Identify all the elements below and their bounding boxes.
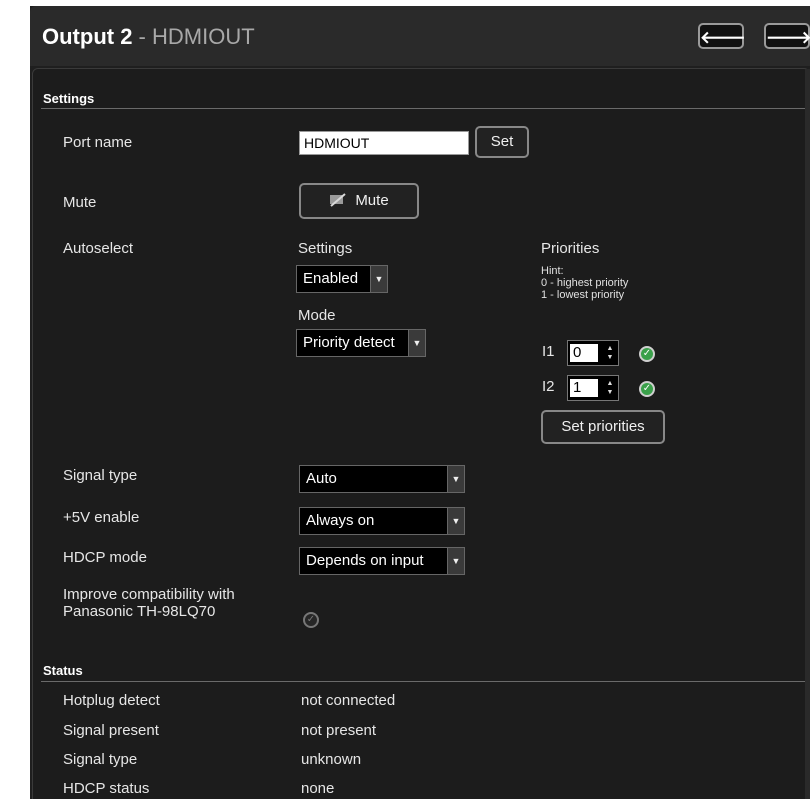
mute-icon bbox=[329, 187, 347, 207]
priority-i1-stepper[interactable]: 0 ▲ ▼ bbox=[567, 340, 619, 366]
priority-hint: Hint: 0 - highest priority 1 - lowest pr… bbox=[541, 265, 628, 301]
hdcp-mode-label: HDCP mode bbox=[63, 549, 147, 566]
input-i2-label: I2 bbox=[542, 378, 555, 395]
chevron-down-icon: ▼ bbox=[447, 508, 464, 534]
improve-compat-line1: Improve compatibility with bbox=[63, 586, 235, 603]
mode-select[interactable]: Priority detect ▼ bbox=[296, 329, 426, 357]
hdcp-mode-select[interactable]: Depends on input ▼ bbox=[299, 547, 465, 575]
priorities-label: Priorities bbox=[541, 240, 600, 257]
improve-compat-label: Improve compatibility with Panasonic TH-… bbox=[63, 586, 235, 620]
port-name-label: Port name bbox=[63, 134, 133, 151]
check-icon: ✓ bbox=[639, 346, 655, 362]
settings-panel: Settings Port name Set Mute Mute Autosel… bbox=[32, 68, 810, 799]
signal-type-value: Auto bbox=[306, 470, 337, 487]
mode-label: Mode bbox=[298, 307, 336, 324]
chevron-down-icon: ▼ bbox=[408, 330, 425, 356]
improve-compat-line2: Panasonic TH-98LQ70 bbox=[63, 603, 216, 620]
settings-section-title: Settings bbox=[43, 91, 95, 106]
hint-title: Hint: bbox=[541, 265, 564, 277]
input-i1-label: I1 bbox=[542, 343, 555, 360]
signal-type-label: Signal type bbox=[63, 467, 138, 484]
port-name-input[interactable] bbox=[299, 131, 469, 155]
set-priorities-button[interactable]: Set priorities bbox=[541, 410, 665, 444]
status-label-hdcp: HDCP status bbox=[63, 780, 150, 797]
spinner-arrows-icon: ▲ ▼ bbox=[606, 380, 614, 396]
hint-line-highest: 0 - highest priority bbox=[541, 277, 629, 289]
previous-button[interactable]: 🡐 bbox=[698, 23, 746, 49]
status-value-signal-present: not present bbox=[301, 722, 377, 739]
status-label-hotplug: Hotplug detect bbox=[63, 692, 160, 709]
title-bar: Output 2 - HDMIOUT 🡐 🡒 bbox=[30, 6, 810, 66]
scrollbar[interactable] bbox=[805, 69, 810, 799]
five-volt-label: +5V enable bbox=[63, 509, 140, 526]
status-section-title: Status bbox=[43, 663, 83, 678]
chevron-down-icon: ▼ bbox=[447, 466, 464, 492]
status-label-signal-present: Signal present bbox=[63, 722, 159, 739]
improve-compat-checkbox[interactable]: ✓ bbox=[303, 612, 319, 628]
check-icon: ✓ bbox=[639, 381, 655, 397]
set-port-name-button[interactable]: Set bbox=[475, 126, 529, 158]
mute-label: Mute bbox=[63, 194, 97, 211]
hint-line-lowest: 1 - lowest priority bbox=[541, 289, 625, 301]
priority-i2-stepper[interactable]: 1 ▲ ▼ bbox=[567, 375, 619, 401]
mute-button[interactable]: Mute bbox=[299, 183, 419, 219]
port-name-title: HDMIOUT bbox=[152, 24, 255, 49]
output-name: Output 2 bbox=[42, 24, 133, 49]
autoselect-settings-label: Settings bbox=[298, 240, 353, 257]
status-value-signal-type: unknown bbox=[301, 751, 362, 768]
settings-divider bbox=[41, 108, 810, 109]
status-label-signal-type: Signal type bbox=[63, 751, 138, 768]
autoselect-label: Autoselect bbox=[63, 240, 134, 257]
page-title: Output 2 - HDMIOUT bbox=[42, 24, 255, 50]
five-volt-value: Always on bbox=[306, 512, 375, 529]
status-value-hotplug: not connected bbox=[301, 692, 396, 709]
five-volt-select[interactable]: Always on ▼ bbox=[299, 507, 465, 535]
autoselect-settings-select[interactable]: Enabled ▼ bbox=[296, 265, 388, 293]
priority-i2-value: 1 bbox=[570, 379, 598, 397]
chevron-down-icon: ▼ bbox=[447, 548, 464, 574]
next-button[interactable]: 🡒 bbox=[764, 23, 810, 49]
output-window: Output 2 - HDMIOUT 🡐 🡒 Settings Port nam… bbox=[30, 6, 810, 799]
signal-type-select[interactable]: Auto ▼ bbox=[299, 465, 465, 493]
priority-i1-value: 0 bbox=[570, 344, 598, 362]
arrow-left-icon: 🡐 bbox=[700, 28, 746, 47]
status-value-hdcp: none bbox=[301, 780, 335, 797]
spinner-arrows-icon: ▲ ▼ bbox=[606, 345, 614, 361]
hdcp-mode-value: Depends on input bbox=[306, 552, 424, 569]
title-separator: - bbox=[132, 24, 152, 49]
chevron-down-icon: ▼ bbox=[370, 266, 387, 292]
autoselect-settings-value: Enabled bbox=[303, 270, 359, 287]
mute-button-label: Mute bbox=[355, 192, 389, 209]
status-divider bbox=[41, 681, 810, 682]
mode-value: Priority detect bbox=[303, 334, 395, 351]
arrow-right-icon: 🡒 bbox=[766, 28, 810, 47]
